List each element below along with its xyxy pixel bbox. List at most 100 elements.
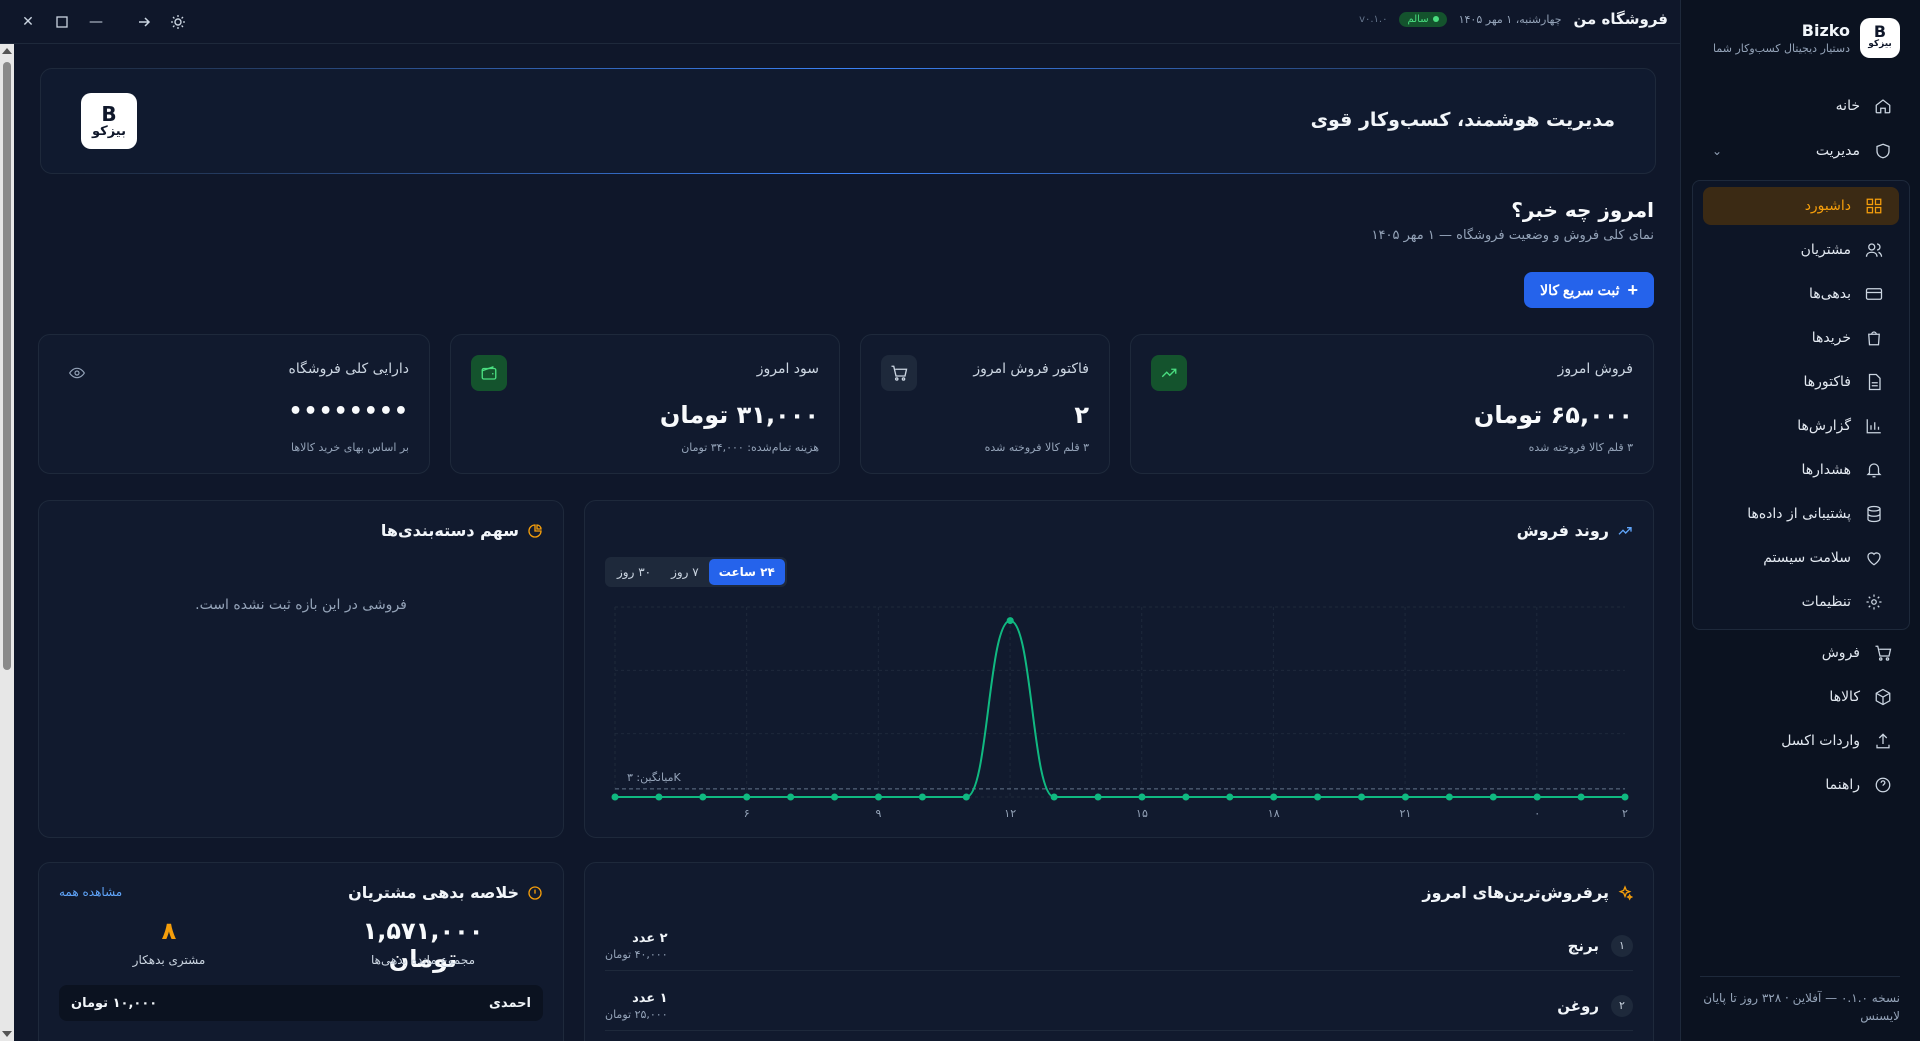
- sidebar-item-label: گزارش‌ها: [1797, 418, 1851, 434]
- data-point: [1182, 793, 1190, 801]
- stat-title: سود امروز: [756, 361, 819, 377]
- sidebar-item-reports[interactable]: گزارش‌ها: [1703, 407, 1899, 445]
- sidebar-item-sales[interactable]: فروش: [1700, 636, 1900, 670]
- shopping-bag-icon: [1863, 327, 1885, 349]
- debtor-count: ۸: [161, 917, 177, 945]
- sidebar-item-products[interactable]: کالاها: [1700, 680, 1900, 714]
- debtor-count-label: مشتری بدهکار: [132, 953, 206, 967]
- stat-value: ۶۵,۰۰۰ تومان: [1473, 401, 1633, 429]
- file-text-icon: [1863, 371, 1885, 393]
- table-row[interactable]: احمدی ۱۰,۰۰۰ تومان: [59, 985, 543, 1021]
- sparkles-icon: [1618, 884, 1633, 900]
- category-share-title: سهم دسته‌بندی‌ها: [381, 521, 543, 540]
- scrollbar-thumb[interactable]: [3, 62, 11, 670]
- sidebar-item-label: مشتریان: [1800, 242, 1851, 258]
- brand-tagline: دستیار دیجیتال کسب‌وکار شما: [1713, 42, 1850, 55]
- eye-icon[interactable]: [59, 355, 95, 391]
- tab-30d[interactable]: ۳۰ روز: [607, 559, 661, 585]
- shop-name: فروشگاه من: [1573, 10, 1668, 28]
- bar-chart-icon: [1863, 415, 1885, 437]
- data-point: [1445, 793, 1453, 801]
- stat-note: ۳ قلم کالا فروخته شده: [984, 441, 1089, 454]
- hero-logo: B بیزکو: [81, 93, 137, 149]
- stat-card-invoices: فاکتور فروش امروز ۲ ۳ قلم کالا فروخته شد…: [860, 334, 1110, 474]
- maximize-icon[interactable]: [52, 12, 72, 32]
- bell-icon: [1863, 459, 1885, 481]
- sidebar-item-alerts[interactable]: هشدارها: [1703, 451, 1899, 489]
- sidebar-item-customers[interactable]: مشتریان: [1703, 231, 1899, 269]
- gear-icon: [1863, 591, 1885, 613]
- credit-card-icon: [1863, 283, 1885, 305]
- close-icon[interactable]: ✕: [18, 12, 38, 32]
- scrollbar[interactable]: [0, 44, 14, 1041]
- chevron-down-icon[interactable]: ⌄: [1712, 134, 1722, 168]
- stat-note: ۳ قلم کالا فروخته شده: [1528, 441, 1633, 454]
- list-item[interactable]: ۱ برنج ۲ عدد ۴۰,۰۰۰ تومان: [605, 921, 1633, 971]
- sales-trend-title: روند فروش: [1517, 521, 1633, 540]
- product-amount: ۲۵,۰۰۰ تومان: [605, 1007, 668, 1021]
- card-title-label: سهم دسته‌بندی‌ها: [380, 521, 519, 540]
- trending-up-icon: [1618, 526, 1632, 535]
- data-point: [1401, 793, 1409, 801]
- sidebar-item-home[interactable]: خانه: [1700, 89, 1900, 123]
- upload-icon: [1872, 730, 1894, 752]
- sidebar-item-management[interactable]: مدیریت ⌄: [1700, 134, 1900, 168]
- sidebar-item-label: هشدارها: [1801, 462, 1851, 478]
- quick-add-product-button[interactable]: + ثبت سریع کالا: [1524, 272, 1654, 308]
- data-point: [1314, 793, 1322, 801]
- sidebar-item-label: خانه: [1835, 98, 1860, 114]
- sidebar-item-label: خریدها: [1811, 330, 1851, 346]
- sidebar-item-invoices[interactable]: فاکتورها: [1703, 363, 1899, 401]
- forward-arrow-icon[interactable]: [134, 12, 154, 32]
- stat-note: هزینه تمام‌شده: ۳۴,۰۰۰ تومان: [681, 441, 819, 454]
- card-title-label: پرفروش‌ترین‌های امروز: [1422, 883, 1609, 902]
- sidebar-item-label: واردات اکسل: [1781, 733, 1860, 749]
- database-icon: [1863, 503, 1885, 525]
- sidebar-item-help[interactable]: راهنما: [1700, 768, 1900, 802]
- data-point: [1138, 793, 1146, 801]
- top-products-title: پرفروش‌ترین‌های امروز: [1422, 883, 1633, 902]
- scroll-up-icon[interactable]: [2, 48, 12, 54]
- series-line: [615, 619, 1625, 798]
- sidebar-item-system-health[interactable]: سلامت سیستم: [1703, 539, 1899, 577]
- tab-7d[interactable]: ۷ روز: [661, 559, 709, 585]
- data-point: [611, 793, 619, 801]
- sidebar-item-debts[interactable]: بدهی‌ها: [1703, 275, 1899, 313]
- data-point: [1270, 793, 1278, 801]
- current-date: چهارشنبه، ۱ مهر ۱۴۰۵: [1458, 12, 1562, 26]
- sidebar: B بیزکو Bizko دستیار دیجیتال کسب‌وکار شما…: [1680, 0, 1920, 1041]
- minimize-icon[interactable]: —: [86, 12, 106, 32]
- sidebar-item-dashboard[interactable]: داشبورد: [1703, 187, 1899, 225]
- stat-card-sales: فروش امروز ۶۵,۰۰۰ تومان ۳ قلم کالا فروخت…: [1130, 334, 1654, 474]
- sidebar-item-label: پشتیبانی از داده‌ها: [1747, 506, 1851, 522]
- app-window: ✕ — فروشگاه من چهارشنبه، ۱ مهر ۱۴۰۵ سالم…: [0, 0, 1920, 1041]
- x-tick-label: ۰: [1534, 807, 1540, 820]
- sidebar-item-purchases[interactable]: خریدها: [1703, 319, 1899, 357]
- data-point: [1577, 793, 1585, 801]
- sidebar-item-excel-import[interactable]: واردات اکسل: [1700, 724, 1900, 758]
- data-point: [743, 793, 751, 801]
- alert-circle-icon: [528, 885, 542, 900]
- sales-trend-chart: میانگین: ۳K ۶ ۹ ۱۲ ۱۵ ۱۸ ۲۱ ۰ ۲: [611, 606, 1629, 820]
- list-item[interactable]: ۲ روغن ۱ عدد ۲۵,۰۰۰ تومان: [605, 981, 1633, 1031]
- see-all-link[interactable]: مشاهده همه: [59, 885, 122, 899]
- scroll-down-icon[interactable]: [2, 1031, 12, 1037]
- tab-24h[interactable]: ۲۴ ساعت: [708, 559, 785, 585]
- product-name: روغن: [1557, 996, 1599, 1015]
- hero-title: مدیریت هوشمند، کسب‌وکار قوی: [1310, 109, 1615, 131]
- data-point: [1621, 793, 1629, 801]
- top-products-card: پرفروش‌ترین‌های امروز ۱ برنج ۲ عدد ۴۰,۰۰…: [584, 862, 1654, 1041]
- data-point: [1226, 793, 1234, 801]
- card-title-label: روند فروش: [1516, 521, 1609, 540]
- dashboard-grid-icon: [1863, 195, 1885, 217]
- quick-add-label: ثبت سریع کالا: [1540, 281, 1620, 298]
- sidebar-item-label: مدیریت: [1815, 143, 1860, 159]
- hero-banner: مدیریت هوشمند، کسب‌وکار قوی B بیزکو: [40, 68, 1656, 174]
- sidebar-item-backup[interactable]: پشتیبانی از داده‌ها: [1703, 495, 1899, 533]
- brand-name: Bizko: [1801, 21, 1850, 40]
- average-label: میانگین: ۳K: [627, 771, 682, 784]
- sidebar-item-settings[interactable]: تنظیمات: [1703, 583, 1899, 621]
- x-tick-label: ۲: [1622, 807, 1628, 820]
- theme-sun-icon[interactable]: [168, 12, 188, 32]
- brand-logo: B بیزکو: [1860, 18, 1900, 58]
